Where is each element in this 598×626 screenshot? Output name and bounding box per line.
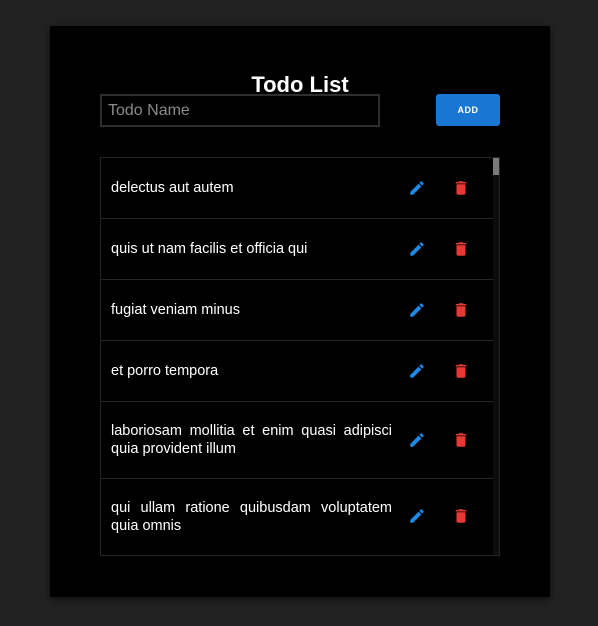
pencil-icon[interactable] [407,178,427,198]
todo-item-text: delectus aut autem [111,180,234,196]
trash-icon[interactable] [451,361,471,381]
todo-list: delectus aut autem quis ut nam facilis e… [100,157,500,556]
scrollbar-thumb[interactable] [493,158,499,175]
trash-icon[interactable] [451,178,471,198]
todo-name-input[interactable] [100,94,380,127]
trash-icon[interactable] [451,430,471,450]
pencil-icon[interactable] [407,506,427,526]
list-scrollbar[interactable] [493,158,499,555]
pencil-icon[interactable] [407,239,427,259]
todo-item: laboriosam mollitia et enim quasi adipis… [101,402,495,479]
trash-icon[interactable] [451,506,471,526]
todo-item-text: fugiat veniam minus [111,302,240,318]
pencil-icon[interactable] [407,361,427,381]
pencil-icon[interactable] [407,430,427,450]
add-button[interactable]: ADD [436,94,500,126]
pencil-icon[interactable] [407,300,427,320]
trash-icon[interactable] [451,239,471,259]
todo-item: fugiat veniam minus [101,280,495,341]
todo-item-text: laboriosam mollitia et enim quasi adipis… [111,423,392,457]
todo-item: quis ut nam facilis et officia qui [101,219,495,280]
todo-item-text: et porro tempora [111,363,219,379]
todo-item-text: quis ut nam facilis et officia qui [111,241,308,257]
todo-item: et porro tempora [101,341,495,402]
todo-item: qui ullam ratione quibusdam voluptatem q… [101,479,495,555]
todo-item: delectus aut autem [101,158,495,219]
trash-icon[interactable] [451,300,471,320]
todo-item-text: qui ullam ratione quibusdam voluptatem q… [111,500,392,534]
